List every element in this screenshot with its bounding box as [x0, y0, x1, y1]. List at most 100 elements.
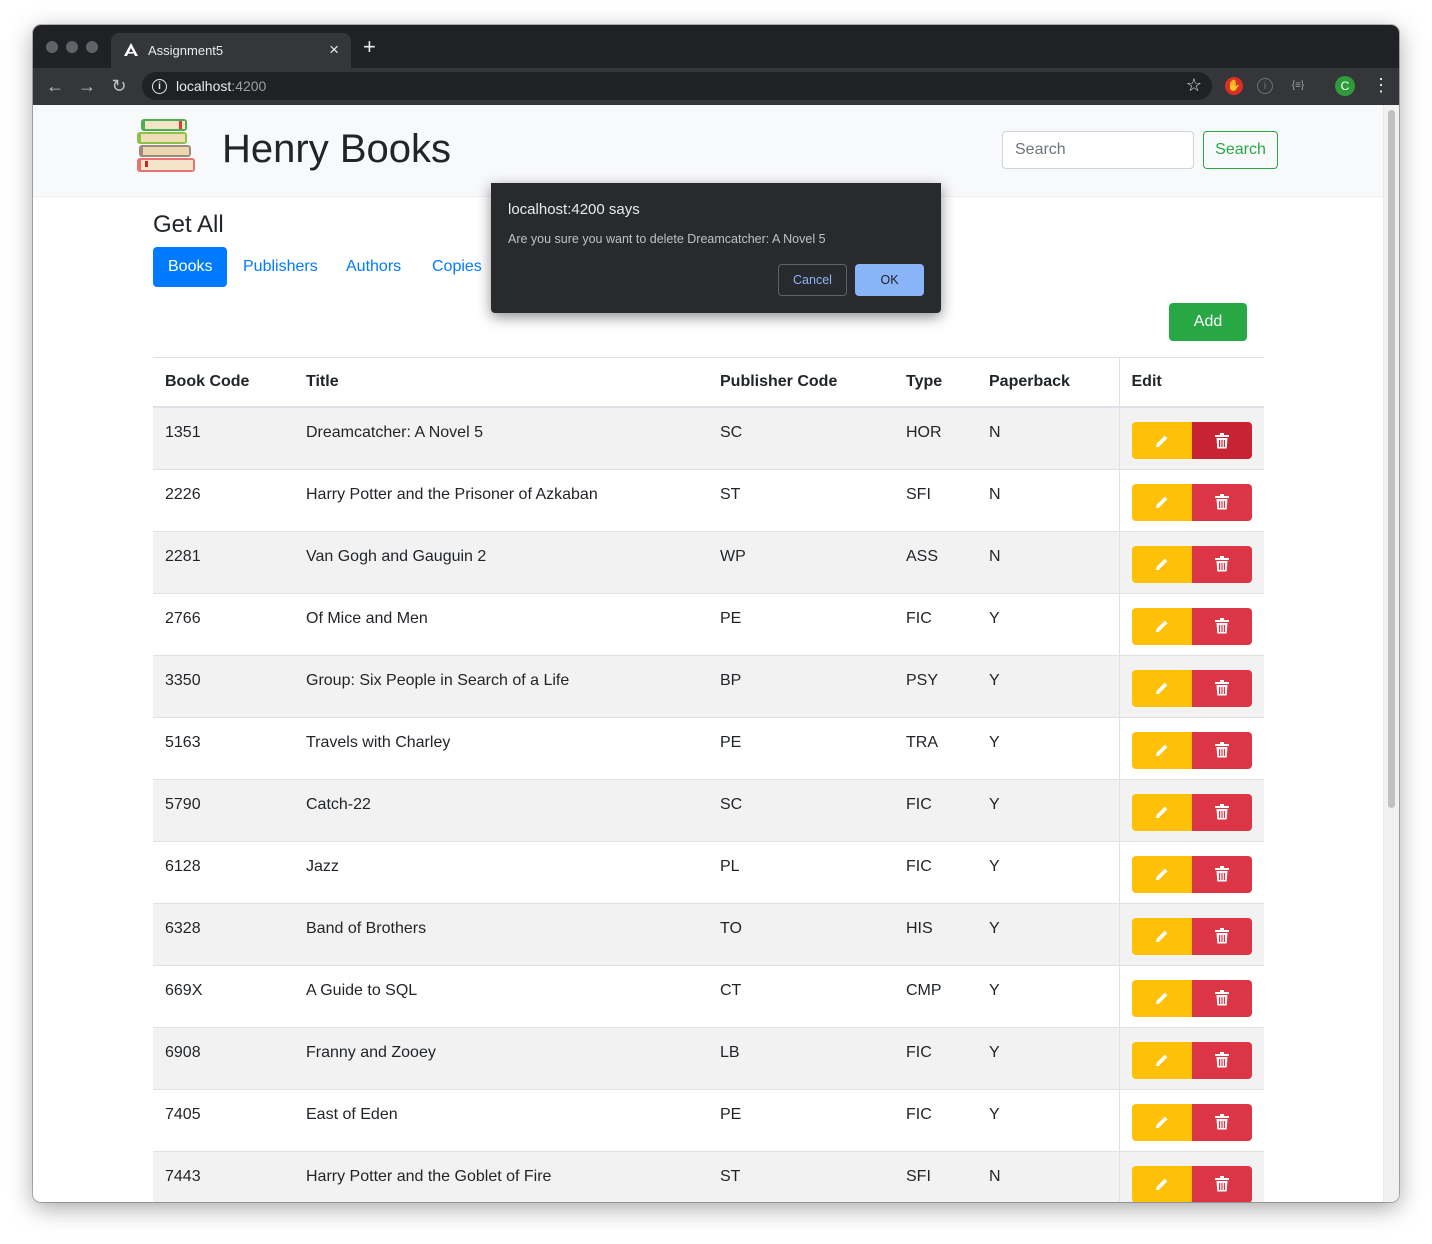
edit-button[interactable]	[1131, 669, 1192, 707]
delete-button[interactable]	[1191, 1041, 1252, 1079]
profile-avatar[interactable]: C	[1335, 76, 1355, 96]
edit-button[interactable]	[1131, 483, 1192, 521]
tab-strip: Assignment5 × +	[33, 25, 1399, 68]
add-button[interactable]: Add	[1169, 303, 1247, 341]
edit-button[interactable]	[1131, 979, 1192, 1017]
delete-button[interactable]	[1191, 979, 1252, 1017]
delete-button[interactable]	[1191, 917, 1252, 955]
table-row: 5163 Travels with Charley PE TRA Y	[153, 716, 1264, 779]
edit-button[interactable]	[1131, 607, 1192, 645]
minimize-window-icon[interactable]	[66, 41, 78, 53]
pencil-icon	[1154, 742, 1170, 758]
trash-icon	[1214, 928, 1229, 944]
url-host: localhost	[176, 78, 232, 94]
column-header-paperback: Paperback	[977, 357, 1119, 408]
tab-authors[interactable]: Authors	[331, 247, 416, 287]
delete-button[interactable]	[1191, 545, 1252, 583]
trash-icon	[1214, 618, 1229, 634]
cell-type: FIC	[894, 592, 977, 655]
table-row: 3350 Group: Six People in Search of a Lif…	[153, 654, 1264, 717]
page-viewport: Henry Books Search Get All Books Publish…	[33, 105, 1399, 1202]
cell-type: HOR	[894, 406, 977, 469]
cell-book-code: 2766	[153, 592, 294, 655]
reload-icon[interactable]: ↻	[107, 74, 131, 98]
cell-title: Band of Brothers	[294, 902, 708, 965]
cell-paperback: Y	[977, 592, 1119, 655]
page-scrollbar[interactable]	[1383, 105, 1399, 1202]
edit-button[interactable]	[1131, 917, 1192, 955]
brand-title[interactable]: Henry Books	[222, 127, 451, 172]
new-tab-icon[interactable]: +	[363, 34, 376, 60]
trash-icon	[1214, 804, 1229, 820]
browser-tab[interactable]: Assignment5 ×	[111, 33, 351, 68]
edit-button[interactable]	[1131, 1165, 1192, 1202]
delete-button[interactable]	[1191, 422, 1252, 459]
scrollbar-thumb[interactable]	[1388, 110, 1395, 808]
table-header-row: Book Code Title Publisher Code Type Pape…	[153, 357, 1264, 408]
cell-actions	[1118, 530, 1264, 593]
tab-close-icon[interactable]: ×	[329, 40, 339, 60]
table-row: 7443 Harry Potter and the Goblet of Fire S…	[153, 1150, 1264, 1202]
browser-menu-icon[interactable]: ⋮	[1372, 75, 1390, 96]
adblock-extension-icon[interactable]: ✋	[1225, 77, 1243, 95]
cell-book-code: 3350	[153, 654, 294, 717]
cell-title: Harry Potter and the Prisoner of Azkaban	[294, 468, 708, 531]
delete-button[interactable]	[1191, 855, 1252, 893]
cell-paperback: Y	[977, 716, 1119, 779]
cell-type: PSY	[894, 654, 977, 717]
cell-actions	[1118, 716, 1264, 779]
cell-type: SFI	[894, 1150, 977, 1202]
delete-button[interactable]	[1191, 793, 1252, 831]
pencil-icon	[1154, 556, 1170, 572]
tab-books[interactable]: Books	[153, 247, 228, 287]
edit-button[interactable]	[1131, 545, 1192, 583]
json-extension-icon[interactable]: {≡}	[1289, 77, 1307, 95]
cell-publisher-code: CT	[708, 964, 894, 1027]
back-icon[interactable]: ←	[43, 74, 67, 98]
pencil-icon	[1154, 494, 1170, 510]
dialog-cancel-button[interactable]: Cancel	[778, 264, 847, 296]
cell-actions	[1118, 902, 1264, 965]
delete-button[interactable]	[1191, 731, 1252, 769]
cell-actions	[1118, 468, 1264, 531]
action-buttons	[1131, 669, 1252, 707]
forward-icon[interactable]: →	[75, 74, 99, 98]
edit-button[interactable]	[1131, 1041, 1192, 1079]
edit-button[interactable]	[1131, 422, 1192, 459]
search-button[interactable]: Search	[1203, 131, 1278, 169]
cell-publisher-code: PE	[708, 1088, 894, 1151]
delete-button[interactable]	[1191, 483, 1252, 521]
delete-button[interactable]	[1191, 1165, 1252, 1202]
edit-button[interactable]	[1131, 793, 1192, 831]
trash-icon	[1214, 1114, 1229, 1130]
search-input[interactable]	[1002, 131, 1194, 169]
info-extension-icon[interactable]: i	[1257, 78, 1273, 94]
edit-button[interactable]	[1131, 731, 1192, 769]
address-bar[interactable]: i localhost:4200 ☆	[142, 72, 1212, 100]
cell-publisher-code: BP	[708, 654, 894, 717]
cell-paperback: Y	[977, 1088, 1119, 1151]
tab-publishers[interactable]: Publishers	[228, 247, 333, 287]
edit-button[interactable]	[1131, 855, 1192, 893]
pencil-icon	[1154, 804, 1170, 820]
maximize-window-icon[interactable]	[86, 41, 98, 53]
cell-actions	[1118, 964, 1264, 1027]
bookmark-star-icon[interactable]: ☆	[1186, 75, 1202, 96]
delete-button[interactable]	[1191, 607, 1252, 645]
cell-paperback: Y	[977, 778, 1119, 841]
table-row: 7405 East of Eden PE FIC Y	[153, 1088, 1264, 1151]
close-window-icon[interactable]	[46, 41, 58, 53]
trash-icon	[1214, 990, 1229, 1006]
cell-paperback: Y	[977, 964, 1119, 1027]
column-header-publisher-code: Publisher Code	[708, 357, 894, 408]
delete-button[interactable]	[1191, 669, 1252, 707]
trash-icon	[1214, 432, 1229, 449]
site-info-icon[interactable]: i	[152, 79, 167, 94]
edit-button[interactable]	[1131, 1103, 1192, 1141]
table-row: 2226 Harry Potter and the Prisoner of Azk…	[153, 468, 1264, 531]
tab-copies[interactable]: Copies	[417, 247, 497, 287]
dialog-ok-button[interactable]: OK	[855, 264, 924, 296]
delete-button[interactable]	[1191, 1103, 1252, 1141]
trash-icon	[1214, 866, 1229, 882]
cell-publisher-code: WP	[708, 530, 894, 593]
